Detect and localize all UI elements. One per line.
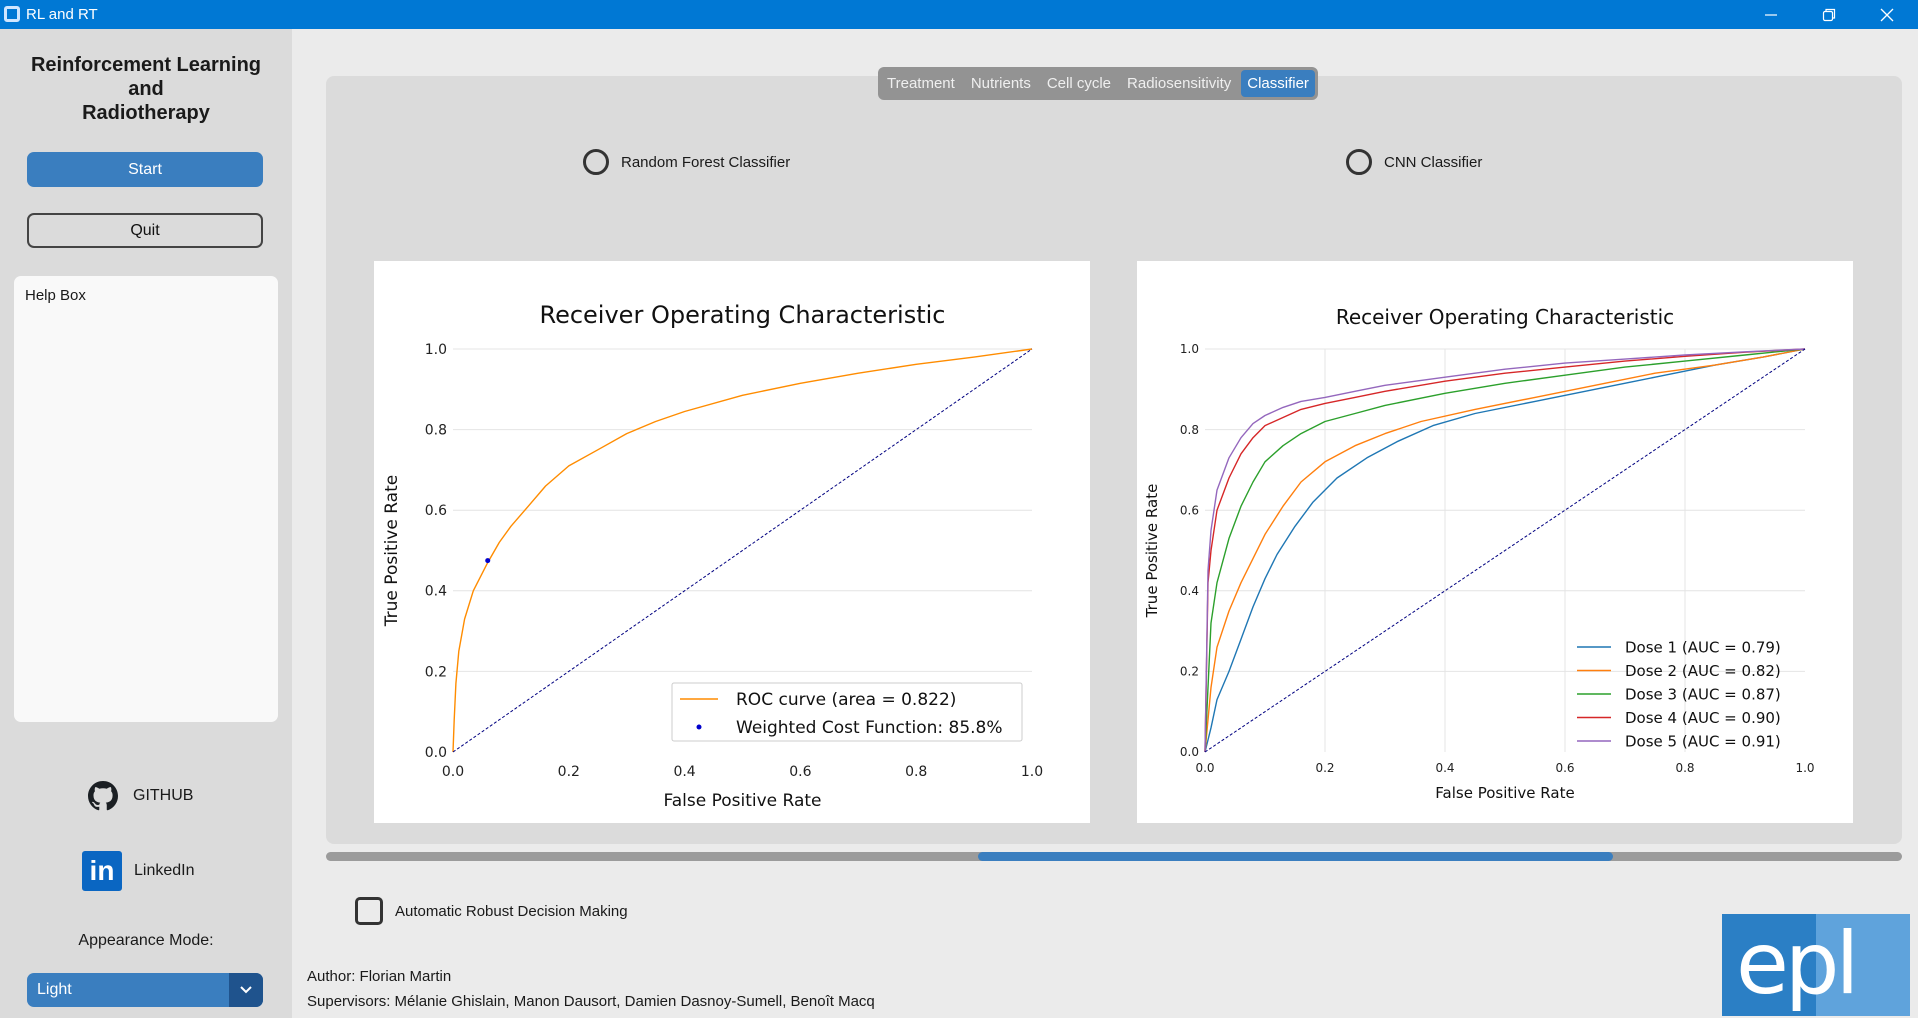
app-title: Reinforcement Learning and Radiotherapy xyxy=(0,53,292,125)
appearance-mode-value: Light xyxy=(37,981,72,998)
random-forest-radio[interactable]: Random Forest Classifier xyxy=(583,149,790,175)
appearance-mode-dropdown[interactable]: Light xyxy=(27,973,263,1007)
y-tick-label: 1.0 xyxy=(425,342,447,358)
x-tick-label: 0.0 xyxy=(442,764,464,780)
x-tick-label: 0.4 xyxy=(673,764,695,780)
tab-cell-cycle[interactable]: Cell cycle xyxy=(1041,70,1117,97)
cnn-radio[interactable]: CNN Classifier xyxy=(1346,149,1482,175)
x-tick-label: 1.0 xyxy=(1021,764,1043,780)
app-title-line: Reinforcement Learning xyxy=(30,54,262,76)
legend-label: Dose 1 (AUC = 0.79) xyxy=(1625,638,1781,656)
linkedin-link[interactable]: in LinkedIn xyxy=(82,851,195,891)
title-bar: RL and RT xyxy=(0,0,1918,29)
legend-label: Dose 2 (AUC = 0.82) xyxy=(1625,662,1781,680)
x-axis-label: False Positive Rate xyxy=(1435,784,1574,802)
robust-decision-checkbox[interactable]: Automatic Robust Decision Making xyxy=(355,897,628,925)
legend-label: Dose 5 (AUC = 0.91) xyxy=(1625,732,1781,750)
linkedin-label: LinkedIn xyxy=(134,862,195,879)
minimize-button[interactable] xyxy=(1742,0,1800,29)
x-tick-label: 0.2 xyxy=(558,764,580,780)
github-link[interactable]: GITHUB xyxy=(88,781,193,811)
operating-point-marker xyxy=(485,558,491,564)
author-credit: Author: Florian Martin xyxy=(307,968,452,985)
y-tick-label: 0.8 xyxy=(1180,423,1199,437)
x-tick-label: 0.6 xyxy=(1555,761,1574,775)
close-button[interactable] xyxy=(1858,0,1916,29)
window-title: RL and RT xyxy=(26,6,98,23)
dropdown-arrow-button[interactable] xyxy=(229,973,263,1007)
close-icon xyxy=(1880,8,1894,21)
x-tick-label: 0.8 xyxy=(1675,761,1694,775)
chart-title: Receiver Operating Characteristic xyxy=(539,301,945,329)
random-forest-roc-plot: 0.0 0.0 0.2 0.2 0.4 0.4 0.6 0.6 0.8 0.8 1.0 1.0 Rece… xyxy=(374,261,1090,823)
chevron-down-icon xyxy=(240,986,252,994)
supervisors-credit: Supervisors: Mélanie Ghislain, Manon Dau… xyxy=(307,993,875,1010)
github-icon xyxy=(88,781,118,811)
legend-label: ROC curve (area = 0.822) xyxy=(736,690,956,710)
y-axis-label: True Positive Rate xyxy=(382,475,402,627)
legend-label: Dose 3 (AUC = 0.87) xyxy=(1625,685,1781,703)
quit-button[interactable]: Quit xyxy=(27,213,263,248)
x-axis-label: False Positive Rate xyxy=(664,791,822,811)
restore-icon xyxy=(1822,8,1836,21)
y-tick-label: 0.2 xyxy=(1180,665,1199,679)
app-title-line: Radiotherapy xyxy=(82,102,210,124)
y-tick-label: 0.8 xyxy=(425,423,447,439)
tab-treatment[interactable]: Treatment xyxy=(881,70,961,97)
x-tick-label: 0.2 xyxy=(1315,761,1334,775)
sidebar: Reinforcement Learning and Radiotherapy … xyxy=(0,29,292,1018)
legend-label: Weighted Cost Function: 85.8% xyxy=(736,718,1003,738)
cnn-label: CNN Classifier xyxy=(1384,153,1483,171)
x-tick-label: 0.6 xyxy=(789,764,811,780)
minimize-icon xyxy=(1765,13,1777,16)
y-tick-label: 0.6 xyxy=(1180,503,1199,517)
x-tick-label: 0.4 xyxy=(1435,761,1454,775)
radio-circle[interactable] xyxy=(1346,149,1372,175)
help-box: Help Box xyxy=(14,276,278,722)
y-axis-label: True Positive Rate xyxy=(1143,484,1161,619)
y-tick-label: 0.0 xyxy=(425,745,447,761)
appearance-mode-label: Appearance Mode: xyxy=(78,932,214,949)
robust-decision-label: Automatic Robust Decision Making xyxy=(395,902,628,920)
start-button[interactable]: Start xyxy=(27,152,263,187)
y-tick-label: 0.4 xyxy=(425,584,447,600)
y-tick-label: 1.0 xyxy=(1180,342,1199,356)
app-icon xyxy=(4,6,20,22)
help-box-label: Help Box xyxy=(25,287,86,304)
x-tick-label: 1.0 xyxy=(1795,761,1814,775)
roc-chart-rf: 0.0 0.0 0.2 0.2 0.4 0.4 0.6 0.6 0.8 0.8 1.0 1.0 Rece… xyxy=(382,301,1043,811)
horizontal-scrollbar[interactable] xyxy=(326,852,1902,861)
tab-nutrients[interactable]: Nutrients xyxy=(965,70,1037,97)
scrollbar-thumb[interactable] xyxy=(978,852,1613,861)
tab-radiosensitivity[interactable]: Radiosensitivity xyxy=(1121,70,1237,97)
radio-circle[interactable] xyxy=(583,149,609,175)
github-label: GITHUB xyxy=(133,787,194,804)
checkbox-box[interactable] xyxy=(355,897,383,925)
tab-classifier[interactable]: Classifier xyxy=(1241,70,1315,97)
roc-chart-cnn: 0.0 0.0 0.2 0.2 0.4 0.4 0.6 0.6 0.8 0.8 1.0 1.0 Rece… xyxy=(1143,305,1815,802)
x-tick-label: 0.8 xyxy=(905,764,927,780)
legend-swatch xyxy=(696,724,702,730)
legend-label: Dose 4 (AUC = 0.90) xyxy=(1625,709,1781,727)
linkedin-icon: in xyxy=(82,851,122,891)
cnn-roc-plot: 0.0 0.0 0.2 0.2 0.4 0.4 0.6 0.6 0.8 0.8 1.0 1.0 Rece… xyxy=(1137,261,1853,823)
restore-button[interactable] xyxy=(1800,0,1858,29)
y-tick-label: 0.0 xyxy=(1180,745,1199,759)
epl-logo: epl xyxy=(1722,914,1910,1016)
logo-text: epl xyxy=(1736,914,1859,1014)
x-tick-label: 0.0 xyxy=(1195,761,1214,775)
app-title-line: and xyxy=(128,78,164,100)
y-tick-label: 0.2 xyxy=(425,664,447,680)
chart-title: Receiver Operating Characteristic xyxy=(1336,305,1674,329)
tab-bar: Treatment Nutrients Cell cycle Radiosens… xyxy=(878,67,1318,100)
y-tick-label: 0.6 xyxy=(425,503,447,519)
y-tick-label: 0.4 xyxy=(1180,584,1199,598)
random-forest-label: Random Forest Classifier xyxy=(621,153,791,171)
